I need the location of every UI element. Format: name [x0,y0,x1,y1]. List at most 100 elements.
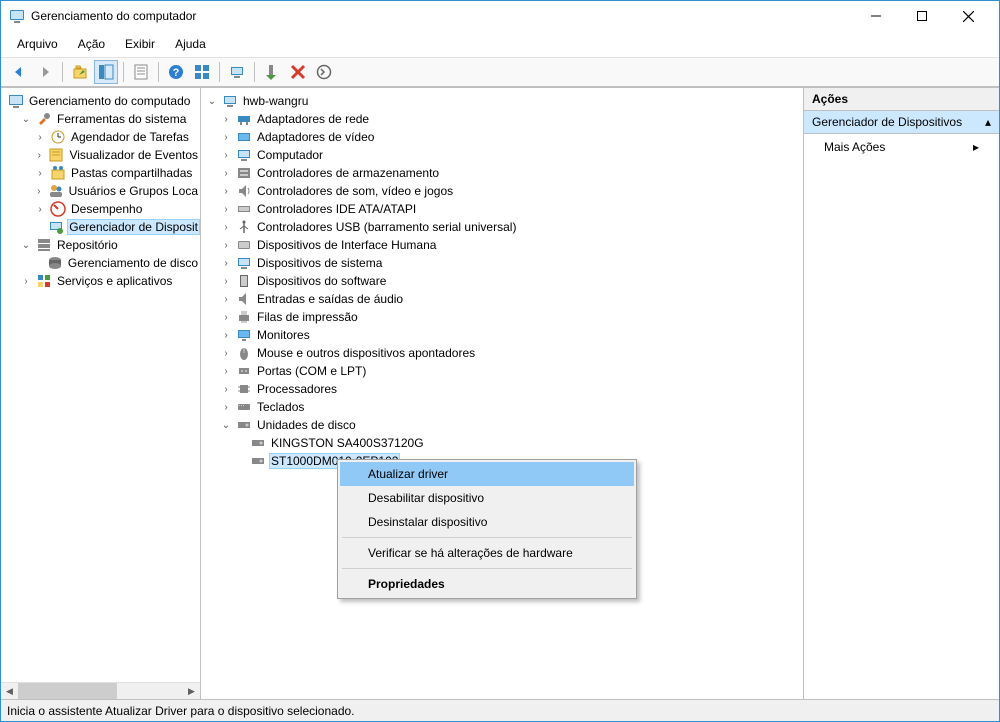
close-button[interactable] [945,1,991,31]
collapse-icon[interactable]: ⌄ [205,94,219,108]
tree-label: Portas (COM e LPT) [255,364,368,378]
expand-icon[interactable]: › [33,184,45,198]
ctx-scan-hardware[interactable]: Verificar se há alterações de hardware [340,541,634,565]
maximize-button[interactable] [899,1,945,31]
ctx-update-driver[interactable]: Atualizar driver [340,462,634,486]
ctx-properties[interactable]: Propriedades [340,572,634,596]
uninstall-button[interactable] [286,60,310,84]
expand-icon[interactable]: › [19,274,33,288]
device-disk-item[interactable]: KINGSTON SA400S37120G [205,434,803,452]
device-category[interactable]: ›Adaptadores de rede [205,110,803,128]
collapse-icon[interactable]: ⌄ [19,238,33,252]
menu-acao[interactable]: Ação [70,33,113,55]
view-button[interactable] [190,60,214,84]
tree-repositorio[interactable]: ⌄ Repositório [5,236,200,254]
expand-icon[interactable]: › [219,310,233,324]
network-adapter-icon [236,111,252,127]
device-category[interactable]: › Portas (COM e LPT) [205,362,803,380]
device-category[interactable]: ›Controladores de som, vídeo e jogos [205,182,803,200]
tree-gerenciamento-disco[interactable]: Gerenciamento de disco [5,254,200,272]
device-category[interactable]: › Controladores USB (barramento serial un… [205,218,803,236]
ctx-disable-device[interactable]: Desabilitar dispositivo [340,486,634,510]
collapse-icon[interactable]: ⌄ [19,112,33,126]
device-category[interactable]: ›Computador [205,146,803,164]
expand-icon[interactable]: › [219,346,233,360]
show-hide-tree-button[interactable] [94,60,118,84]
expand-icon[interactable]: › [219,238,233,252]
no-expand-icon [233,436,247,450]
tree-agendador[interactable]: › Agendador de Tarefas [5,128,200,146]
collapse-icon[interactable]: ⌄ [219,418,233,432]
device-category[interactable]: ›Controladores de armazenamento [205,164,803,182]
expand-icon[interactable]: › [219,166,233,180]
scroll-right-button[interactable]: ▶ [183,683,200,700]
expand-icon[interactable]: › [219,184,233,198]
expand-icon[interactable]: › [33,166,47,180]
expand-icon[interactable]: › [219,220,233,234]
device-category[interactable]: ›Processadores [205,380,803,398]
scan-hardware-button[interactable] [225,60,249,84]
device-category[interactable]: ›Dispositivos de Interface Humana [205,236,803,254]
scroll-track[interactable] [18,683,183,700]
expand-icon[interactable]: › [219,256,233,270]
tree-pastas[interactable]: › Pastas compartilhadas [5,164,200,182]
device-root[interactable]: ⌄ hwb-wangru [205,92,803,110]
properties-button[interactable] [129,60,153,84]
tree-desempenho[interactable]: › Desempenho [5,200,200,218]
forward-button[interactable] [33,60,57,84]
services-icon [36,273,52,289]
tree-gerenciador-dispositivos[interactable]: Gerenciador de Disposit [5,218,200,236]
actions-subheader[interactable]: Gerenciador de Dispositivos ▴ [804,111,999,134]
device-category[interactable]: ›Dispositivos do software [205,272,803,290]
help-button[interactable]: ? [164,60,188,84]
toolbar-separator [219,62,220,82]
scroll-left-button[interactable]: ◀ [1,683,18,700]
tree-servicos[interactable]: › Serviços e aplicativos [5,272,200,290]
expand-icon[interactable]: › [219,292,233,306]
up-button[interactable] [68,60,92,84]
device-category[interactable]: ›Monitores [205,326,803,344]
tree-label: Controladores USB (barramento serial uni… [255,220,518,234]
expand-icon[interactable]: › [219,364,233,378]
scroll-thumb[interactable] [18,683,117,700]
expand-icon[interactable]: › [33,130,47,144]
menu-ajuda[interactable]: Ajuda [167,33,214,55]
expand-icon[interactable]: › [219,400,233,414]
device-category[interactable]: ›Dispositivos de sistema [205,254,803,272]
tree-visualizador[interactable]: › Visualizador de Eventos [5,146,200,164]
tree-usuarios[interactable]: › Usuários e Grupos Loca [5,182,200,200]
disk-management-icon [47,255,63,271]
expand-icon[interactable]: › [219,328,233,342]
device-disk-drives[interactable]: ⌄Unidades de disco [205,416,803,434]
expand-icon[interactable]: › [219,148,233,162]
ctx-separator [342,568,632,569]
device-category[interactable]: ›Entradas e saídas de áudio [205,290,803,308]
device-tree[interactable]: ⌄ hwb-wangru ›Adaptadores de rede ›Adapt… [201,88,803,699]
expand-icon[interactable]: › [219,202,233,216]
back-button[interactable] [7,60,31,84]
update-driver-button[interactable] [312,60,336,84]
ctx-uninstall-device[interactable]: Desinstalar dispositivo [340,510,634,534]
expand-icon[interactable]: › [219,382,233,396]
actions-more[interactable]: Mais Ações ▸ [804,134,999,160]
horizontal-scrollbar[interactable]: ◀ ▶ [1,682,200,699]
tree-root[interactable]: Gerenciamento do computado [5,92,200,110]
enable-button[interactable] [260,60,284,84]
titlebar: Gerenciamento do computador [1,1,999,31]
device-category[interactable]: ›Filas de impressão [205,308,803,326]
minimize-button[interactable] [853,1,899,31]
device-category[interactable]: ›Adaptadores de vídeo [205,128,803,146]
tree-label: Teclados [255,400,306,414]
device-category[interactable]: ›Controladores IDE ATA/ATAPI [205,200,803,218]
device-category[interactable]: › Teclados [205,398,803,416]
console-tree[interactable]: Gerenciamento do computado ⌄ Ferramentas… [1,88,200,682]
tree-ferramentas[interactable]: ⌄ Ferramentas do sistema [5,110,200,128]
expand-icon[interactable]: › [33,202,47,216]
expand-icon[interactable]: › [33,148,45,162]
expand-icon[interactable]: › [219,130,233,144]
expand-icon[interactable]: › [219,274,233,288]
menu-arquivo[interactable]: Arquivo [9,33,66,55]
menu-exibir[interactable]: Exibir [117,33,163,55]
expand-icon[interactable]: › [219,112,233,126]
device-category[interactable]: ›Mouse e outros dispositivos apontadores [205,344,803,362]
